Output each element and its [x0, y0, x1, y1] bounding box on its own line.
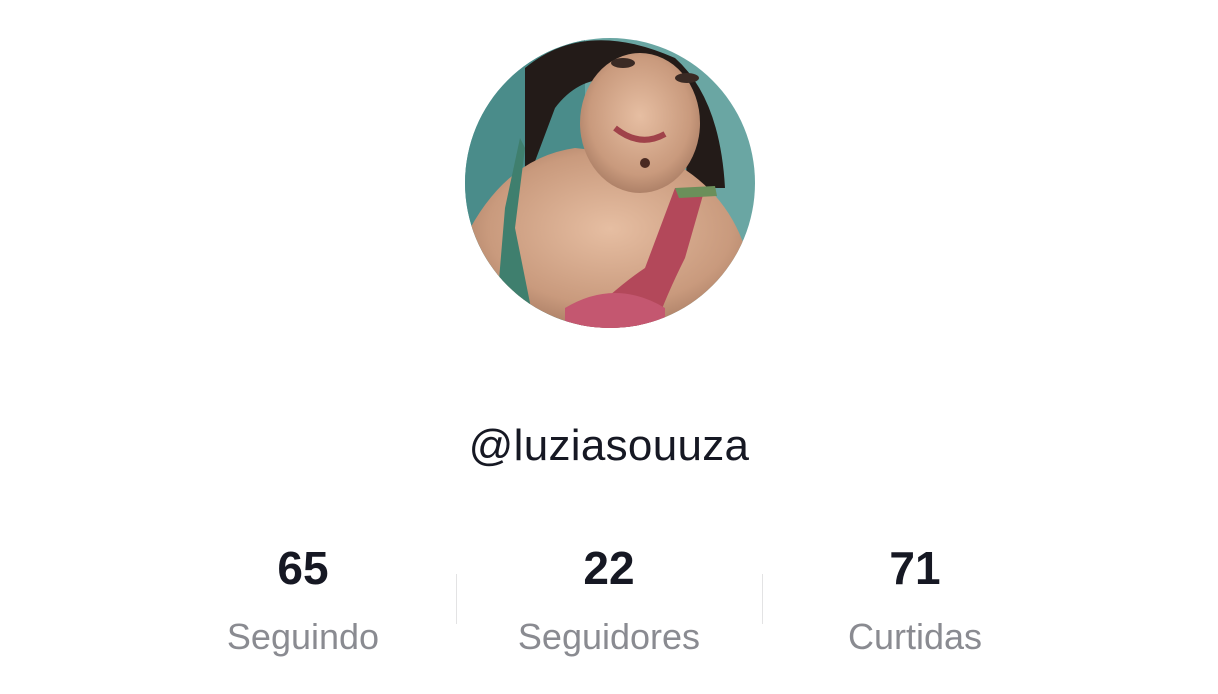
- stat-followers-value: 22: [583, 542, 635, 594]
- profile-avatar[interactable]: [465, 38, 755, 328]
- stats-divider: [762, 574, 763, 624]
- stat-likes-label: Curtidas: [847, 616, 983, 657]
- stat-likes[interactable]: 71 Curtidas: [762, 538, 1068, 678]
- stat-following[interactable]: 65 Seguindo: [150, 538, 456, 678]
- stat-followers-label: Seguidores: [517, 616, 701, 657]
- avatar-photo-icon: [465, 38, 755, 328]
- stat-following-value: 65: [277, 542, 329, 594]
- profile-stats: 65 Seguindo 22 Seguidores 71 Curtidas: [150, 538, 1068, 678]
- stat-followers[interactable]: 22 Seguidores: [456, 538, 762, 678]
- profile-username: @luziasouuza: [468, 421, 750, 470]
- stats-divider: [456, 574, 457, 624]
- stat-following-label: Seguindo: [226, 616, 380, 657]
- stat-likes-value: 71: [889, 542, 941, 594]
